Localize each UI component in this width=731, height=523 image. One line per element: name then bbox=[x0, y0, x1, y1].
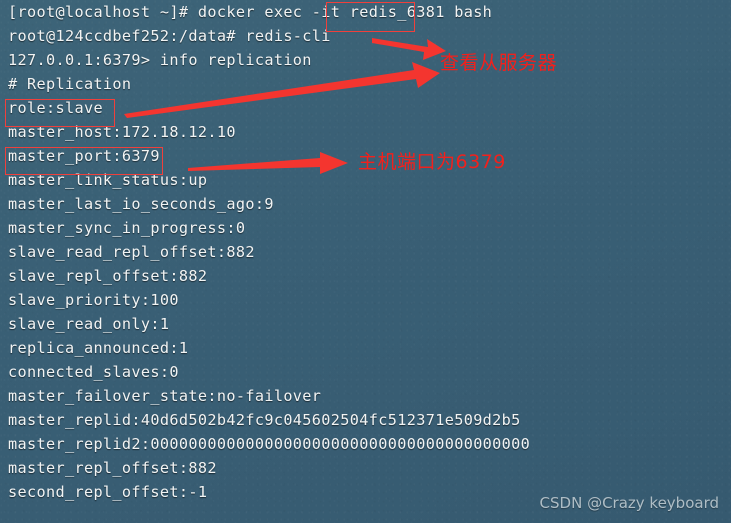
terminal-line: master_port:6379 bbox=[8, 147, 160, 165]
terminal-screenshot: [root@localhost ~]# docker exec -it redi… bbox=[0, 0, 731, 523]
terminal-line: master_host:172.18.12.10 bbox=[8, 123, 236, 141]
annotation-arrow-master-port bbox=[188, 152, 348, 174]
view-slave-server-note: 查看从服务器 bbox=[440, 52, 558, 74]
terminal-line: master_link_status:up bbox=[8, 171, 208, 189]
terminal-line: master_last_io_seconds_ago:9 bbox=[8, 195, 274, 213]
csdn-watermark: CSDN @Crazy keyboard bbox=[539, 494, 719, 512]
terminal-line: # Replication bbox=[8, 75, 132, 93]
terminal-line: replica_announced:1 bbox=[8, 339, 189, 357]
terminal-line: slave_read_only:1 bbox=[8, 315, 170, 333]
terminal-line: connected_slaves:0 bbox=[8, 363, 179, 381]
terminal-line: master_replid2:0000000000000000000000000… bbox=[8, 435, 531, 453]
terminal-line: second_repl_offset:-1 bbox=[8, 483, 208, 501]
terminal-line: [root@localhost ~]# docker exec -it redi… bbox=[8, 3, 493, 21]
terminal-line: master_repl_offset:882 bbox=[8, 459, 217, 477]
annotation-arrow-role-slave bbox=[124, 62, 440, 118]
terminal-line: master_sync_in_progress:0 bbox=[8, 219, 246, 237]
terminal-line: slave_read_repl_offset:882 bbox=[8, 243, 255, 261]
annotation-arrow-upper bbox=[372, 38, 446, 60]
terminal-line: master_replid:40d6d502b42fc9c045602504fc… bbox=[8, 411, 521, 429]
terminal-line: role:slave bbox=[8, 99, 103, 117]
master-port-note: 主机端口为6379 bbox=[358, 151, 506, 173]
terminal-line: root@124ccdbef252:/data# redis-cli bbox=[8, 27, 331, 45]
terminal-line: slave_priority:100 bbox=[8, 291, 179, 309]
terminal-line: master_failover_state:no-failover bbox=[8, 387, 322, 405]
terminal-line: slave_repl_offset:882 bbox=[8, 267, 208, 285]
